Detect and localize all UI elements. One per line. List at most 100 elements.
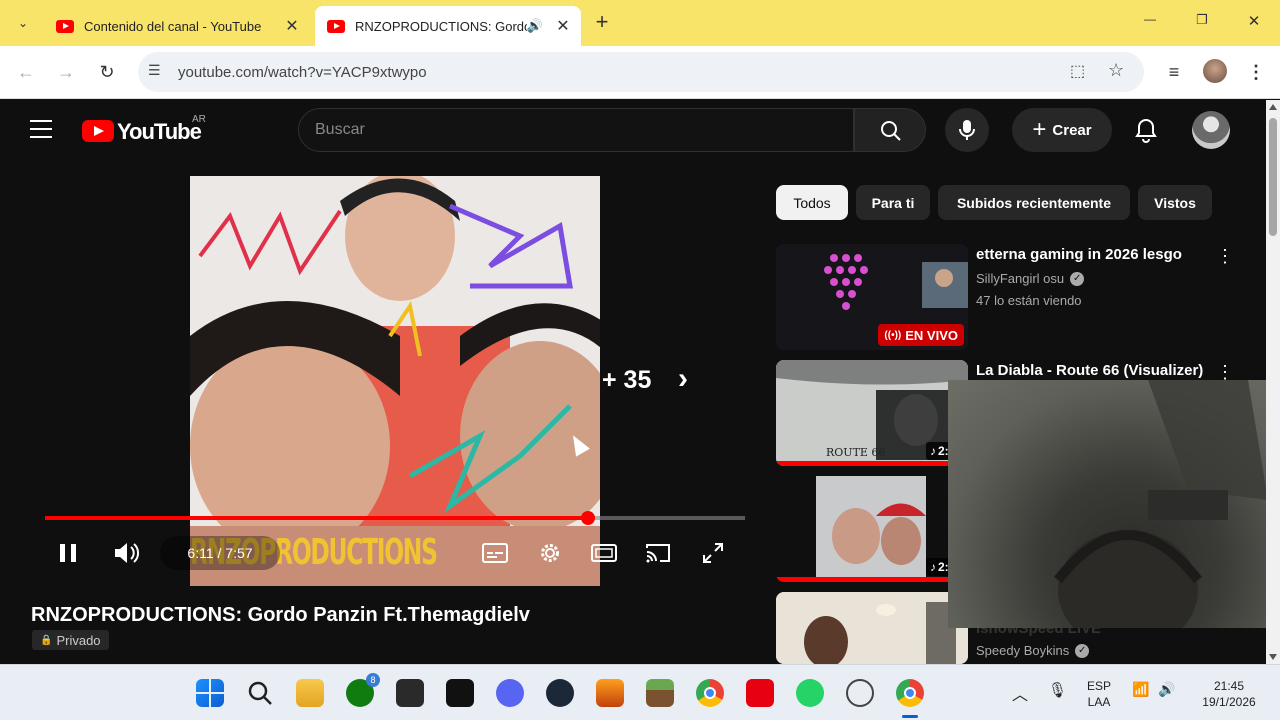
- restore-button[interactable]: ❐: [1190, 12, 1214, 28]
- video-player[interactable]: RNZOPRODUCTIONS + 35 › 6:11 / 7:57: [0, 162, 760, 602]
- create-button[interactable]: + Crear: [1012, 108, 1112, 152]
- chrome-menu-icon[interactable]: ⋮: [1244, 60, 1268, 84]
- show-hidden-icons-icon[interactable]: ︿: [1012, 681, 1028, 705]
- site-info-icon[interactable]: ☰: [148, 62, 161, 79]
- youtube-logo-icon: [82, 120, 114, 142]
- file-explorer-icon[interactable]: [296, 679, 324, 707]
- media-control-icon[interactable]: ≡: [1162, 60, 1186, 84]
- cast-button[interactable]: [643, 536, 673, 570]
- epic-games-icon[interactable]: [396, 679, 424, 707]
- more-actions-icon[interactable]: ⋮: [1216, 246, 1234, 267]
- browser-toolbar: ← → ↻ ☰ youtube.com/watch?v=YACP9xtwypo …: [0, 46, 1280, 99]
- scroll-up-arrow-icon[interactable]: [1269, 104, 1277, 110]
- forward-button[interactable]: →: [54, 60, 78, 84]
- close-tab-icon[interactable]: ✕: [282, 16, 302, 36]
- microphone-icon[interactable]: 🎙: [1048, 681, 1067, 699]
- close-tab-icon[interactable]: ✕: [553, 16, 573, 36]
- chip-todos[interactable]: Todos: [776, 185, 848, 220]
- recommendation-thumbnail[interactable]: ((•)) EN VIVO: [776, 244, 968, 350]
- gear-icon: [541, 544, 559, 562]
- verified-icon: ✓: [1075, 643, 1090, 658]
- nintendo-switch-icon[interactable]: [746, 679, 774, 707]
- channel-name: SillyFangirl osu: [976, 271, 1065, 286]
- recommendation-thumbnail[interactable]: ♪ 2:4: [776, 476, 968, 582]
- verified-icon: ✓: [1070, 271, 1085, 286]
- progress-played: [45, 516, 588, 520]
- search-icon: [881, 121, 901, 141]
- chip-para-ti[interactable]: Para ti: [856, 185, 930, 220]
- clock[interactable]: 21:45 19/1/2026: [1192, 678, 1266, 710]
- subtitles-button[interactable]: [480, 536, 510, 570]
- fl-studio-icon[interactable]: [596, 679, 624, 707]
- search-button[interactable]: [854, 108, 926, 152]
- notifications-bell-icon[interactable]: [1134, 118, 1158, 144]
- settings-button[interactable]: [535, 536, 565, 570]
- chip-subidos-recientemente[interactable]: Subidos recientemente: [938, 185, 1130, 220]
- tab-contenido-del-canal[interactable]: Contenido del canal - YouTube ✕: [44, 6, 310, 46]
- tab-title: Contenido del canal - YouTube: [84, 18, 262, 34]
- cast-icon: [646, 544, 670, 563]
- steam-icon[interactable]: [546, 679, 574, 707]
- chip-vistos[interactable]: Vistos: [1138, 185, 1212, 220]
- language-indicator[interactable]: ESP LAA: [1082, 678, 1116, 710]
- windows-start-icon[interactable]: [196, 679, 224, 707]
- fullscreen-icon: [703, 543, 723, 563]
- whatsapp-icon[interactable]: [796, 679, 824, 707]
- recommendation-thumbnail[interactable]: [776, 592, 968, 664]
- new-tab-button[interactable]: +: [590, 9, 614, 37]
- page-scrollbar[interactable]: [1266, 100, 1280, 664]
- lock-icon: 🔒: [40, 634, 53, 646]
- fullscreen-button[interactable]: [698, 536, 728, 570]
- tab-rnzoproductions[interactable]: RNZOPRODUCTIONS: Gordo 🔊 ✕: [315, 6, 581, 46]
- close-window-button[interactable]: ✕: [1242, 12, 1266, 30]
- back-button[interactable]: ←: [14, 60, 38, 84]
- search-icon[interactable]: [246, 679, 274, 707]
- youtube-header: YouTube AR Buscar + Crear: [0, 100, 1266, 162]
- hamburger-menu-icon[interactable]: [30, 120, 52, 138]
- discord-icon[interactable]: [496, 679, 524, 707]
- privacy-badge: 🔒 Privado: [32, 630, 109, 650]
- reload-button[interactable]: ↻: [95, 60, 119, 84]
- recommendation-title[interactable]: La Diabla - Route 66 (Visualizer): [976, 362, 1203, 379]
- windows-taskbar: 8 ︿ 🎙 ESP LAA 📶 🔊 21:45 19/1/2026: [0, 664, 1280, 720]
- volume-icon[interactable]: 🔊: [1158, 681, 1175, 698]
- time-display: 6:11 / 7:57: [160, 536, 280, 570]
- install-app-icon[interactable]: ⬚: [1070, 61, 1085, 81]
- live-broadcast-icon: ((•)): [884, 329, 902, 341]
- capcut-icon[interactable]: [446, 679, 474, 707]
- pause-button[interactable]: [52, 536, 84, 570]
- more-videos-count[interactable]: + 35: [602, 366, 651, 395]
- voice-search-button[interactable]: [945, 108, 989, 152]
- active-app-indicator: [902, 715, 918, 718]
- recommendation-channel[interactable]: Speedy Boykins ✓: [976, 643, 1090, 658]
- recommendation-channel[interactable]: SillyFangirl osu ✓: [976, 271, 1085, 286]
- language-code: ESP: [1086, 679, 1111, 693]
- next-arrow-icon[interactable]: ›: [678, 362, 688, 396]
- chrome-icon[interactable]: [696, 679, 724, 707]
- minecraft-icon[interactable]: [646, 679, 674, 707]
- profile-avatar[interactable]: [1203, 59, 1227, 83]
- video-frame[interactable]: RNZOPRODUCTIONS: [190, 176, 600, 586]
- tab-search-button[interactable]: ⌄: [12, 12, 34, 34]
- audio-playing-icon[interactable]: 🔊: [527, 18, 543, 34]
- svg-text:ROUTE 66: ROUTE 66: [826, 446, 885, 459]
- privacy-label: Privado: [56, 632, 101, 648]
- keyboard-layout: LAA: [1087, 695, 1111, 709]
- chrome-profile-icon[interactable]: [896, 679, 924, 707]
- address-bar[interactable]: ☰ youtube.com/watch?v=YACP9xtwypo ⬚ ☆: [138, 52, 1144, 92]
- scrollbar-thumb[interactable]: [1269, 118, 1277, 236]
- recommendation-thumbnail[interactable]: ROUTE 66 ♪ 2:5: [776, 360, 968, 466]
- theater-mode-button[interactable]: [589, 536, 619, 570]
- osu-icon[interactable]: [846, 679, 874, 707]
- recommendation-title[interactable]: etterna gaming in 2026 lesgo: [976, 246, 1182, 263]
- youtube-logo[interactable]: YouTube AR: [82, 114, 212, 144]
- xbox-icon[interactable]: 8: [346, 673, 380, 707]
- volume-button[interactable]: [110, 536, 144, 570]
- wifi-icon[interactable]: 📶: [1132, 681, 1149, 698]
- search-input[interactable]: Buscar: [298, 108, 854, 152]
- account-avatar[interactable]: [1192, 111, 1230, 149]
- minimize-button[interactable]: —: [1138, 12, 1162, 26]
- scroll-down-arrow-icon[interactable]: [1269, 654, 1277, 660]
- bookmark-star-icon[interactable]: ☆: [1108, 60, 1124, 81]
- progress-scrubber-handle[interactable]: [581, 511, 595, 525]
